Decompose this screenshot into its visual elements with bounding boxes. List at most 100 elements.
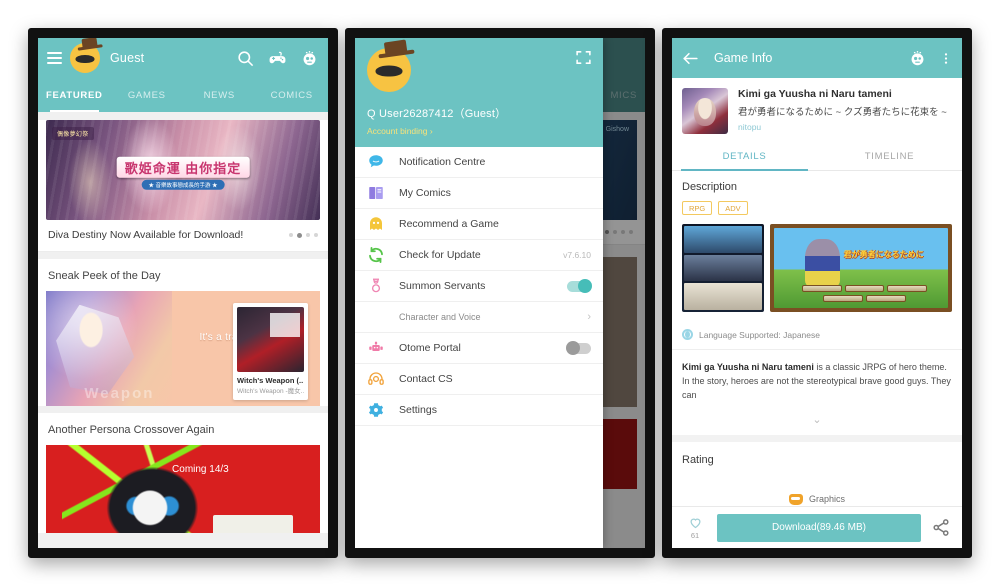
description-heading: Description (682, 181, 738, 193)
section-title-sneak-peek: Sneak Peek of the Day (38, 259, 328, 291)
drawer-menu: Notification Centre My Comics Recommend … (355, 147, 603, 548)
banner-title-main: 歌姫命運 由你指定 (116, 156, 250, 178)
screenshot-title: 君が勇者になるために (843, 249, 924, 259)
banner-card[interactable]: 偶像夢幻祭 歌姫命運 由你指定 ★ 音樂故事戀成長的手游 ★ Diva Dest… (38, 120, 328, 252)
banner-title-group: 歌姫命運 由你指定 ★ 音樂故事戀成長的手游 ★ (116, 156, 250, 190)
rating-item-label: Graphics (808, 494, 845, 505)
feed-list[interactable]: 偶像夢幻祭 歌姫命運 由你指定 ★ 音樂故事戀成長的手游 ★ Diva Dest… (38, 112, 328, 548)
share-icon[interactable] (930, 518, 952, 537)
like-count: 61 (690, 531, 700, 540)
servant-icon (367, 277, 385, 295)
avatar[interactable] (70, 38, 100, 73)
mascot-bot-icon[interactable] (300, 49, 319, 68)
section-title-persona: Another Persona Crossover Again (38, 413, 328, 445)
drawer-item-label: Otome Portal (399, 342, 461, 354)
sneak-peek-card[interactable]: Sneak Peek of the Day It's a trap...?! W… (38, 259, 328, 406)
game-info-tabs: DETAILS TIMELINE (672, 142, 962, 171)
game-info-screen: Game Info Kimi ga Yuusha ni Naru tameni … (672, 38, 962, 548)
hero-banner-image[interactable]: 偶像夢幻祭 歌姫命運 由你指定 ★ 音樂故事戀成長的手游 ★ (46, 120, 320, 220)
page-title: Game Info (714, 51, 773, 65)
language-label: Language Supported: Japanese (699, 329, 820, 340)
game-mini-title: Witch's Weapon (.. (237, 376, 304, 385)
drawer-item-otome-portal[interactable]: Otome Portal (355, 333, 603, 364)
screenshot-thumb-1[interactable] (682, 224, 764, 312)
avatar-hat-icon (383, 39, 408, 56)
graphics-badge-icon (788, 493, 803, 505)
drawer-avatar[interactable] (367, 39, 411, 92)
chevron-down-icon[interactable]: ⌄ (672, 408, 962, 435)
tab-news[interactable]: NEWS (183, 78, 256, 112)
otome-icon (367, 339, 385, 357)
tag-adv[interactable]: ADV (718, 201, 748, 215)
game-info-header: Game Info (672, 38, 962, 78)
feed-screen: Guest FEATURED GAMES NEWS COMICS 偶像夢幻祭 歌… (38, 38, 328, 548)
menu-hamburger-icon[interactable] (47, 52, 62, 64)
drawer-item-contact-cs[interactable]: Contact CS (355, 364, 603, 395)
carousel-dot[interactable] (314, 233, 318, 237)
drawer-item-character-and-voice[interactable]: Character and Voice › (355, 302, 603, 333)
game-info-body[interactable]: Description RPG ADV 君が勇者になるために Language … (672, 171, 962, 506)
notification-bubble-icon (367, 153, 385, 171)
genre-tags: RPG ADV (682, 201, 952, 215)
rating-item-graphics: Graphics (682, 493, 952, 505)
carousel-dots[interactable] (289, 232, 318, 238)
carousel-dot-active[interactable] (297, 232, 302, 238)
sneak-peek-image[interactable]: It's a trap...?! Weapon Witch's Weapon (… (46, 291, 320, 406)
summon-servants-toggle[interactable] (567, 278, 592, 293)
mascot-bot-icon[interactable] (908, 49, 927, 68)
drawer-item-recommend-a-game[interactable]: Recommend a Game (355, 209, 603, 240)
account-binding-link[interactable]: Account binding › (367, 126, 591, 136)
persona-card[interactable]: Another Persona Crossover Again Coming 1… (38, 413, 328, 533)
game-developer[interactable]: nitopu (738, 122, 947, 132)
drawer-item-summon-servants[interactable]: Summon Servants (355, 271, 603, 302)
drawer-item-settings[interactable]: Settings (355, 395, 603, 426)
gamepad-icon[interactable] (268, 49, 287, 68)
game-mini-subtitle: Witch's Weapon -魔女... (237, 388, 304, 395)
drawer-item-label: Contact CS (399, 373, 453, 385)
avatar-hat-icon (81, 38, 98, 49)
game-mini-card[interactable]: Witch's Weapon (.. Witch's Weapon -魔女... (233, 303, 308, 400)
carousel-dot[interactable] (306, 233, 310, 237)
otome-portal-toggle[interactable] (566, 340, 591, 355)
banner-title-sub: ★ 音樂故事戀成長的手游 ★ (141, 179, 225, 190)
qr-scan-icon[interactable] (575, 49, 592, 66)
refresh-icon (367, 246, 385, 264)
drawer-item-label: My Comics (399, 187, 451, 199)
drawer-item-notification-centre[interactable]: Notification Centre (355, 147, 603, 178)
like-button[interactable]: 61 (682, 515, 708, 540)
chevron-right-icon: › (587, 311, 591, 323)
carousel-dot[interactable] (289, 233, 293, 237)
phone-frame-drawer: MICS Gishow Q User26287412（Guest） Accoun… (345, 28, 655, 558)
screenshot-stage: Guest FEATURED GAMES NEWS COMICS 偶像夢幻祭 歌… (0, 0, 1000, 586)
drawer-item-my-comics[interactable]: My Comics (355, 178, 603, 209)
persona-image[interactable]: Coming 14/3 (46, 445, 320, 533)
tab-comics[interactable]: COMICS (256, 78, 329, 112)
comics-book-icon (367, 184, 385, 202)
description-section: Description RPG ADV 君が勇者になるために (672, 171, 962, 320)
game-mini-thumbnail (237, 307, 304, 372)
ghost-icon (367, 215, 385, 233)
tab-details[interactable]: DETAILS (672, 142, 817, 171)
drawer-header: Q User26287412（Guest） Account binding › (355, 38, 603, 147)
screenshot-menu-buttons (788, 284, 941, 302)
rating-section: Rating Graphics (672, 441, 962, 506)
screenshot-gallery[interactable]: 君が勇者になるために (682, 224, 952, 312)
overflow-menu-icon[interactable] (939, 49, 953, 68)
drawer-username: Q User26287412（Guest） (367, 108, 507, 120)
tab-featured[interactable]: FEATURED (38, 78, 111, 112)
search-icon[interactable] (236, 49, 255, 68)
drawer-item-check-for-update[interactable]: Check for Update v7.6.10 (355, 240, 603, 271)
feed-appbar: Guest (38, 38, 328, 78)
tab-timeline[interactable]: TIMELINE (817, 142, 962, 170)
drawer-item-label: Notification Centre (399, 156, 486, 168)
avatar-moustache-icon (75, 54, 95, 63)
screenshot-thumb-2[interactable]: 君が勇者になるために (770, 224, 952, 312)
heart-icon[interactable] (688, 515, 703, 530)
description-text-block: Kimi ga Yuusha ni Naru tameni is a class… (672, 350, 962, 409)
download-button[interactable]: Download(89.46 MB) (717, 513, 921, 542)
tag-rpg[interactable]: RPG (682, 201, 713, 215)
drawer-item-label: Check for Update (399, 249, 481, 261)
tab-games[interactable]: GAMES (111, 78, 184, 112)
action-bar: 61 Download(89.46 MB) (672, 506, 962, 548)
back-arrow-icon[interactable] (681, 49, 700, 68)
